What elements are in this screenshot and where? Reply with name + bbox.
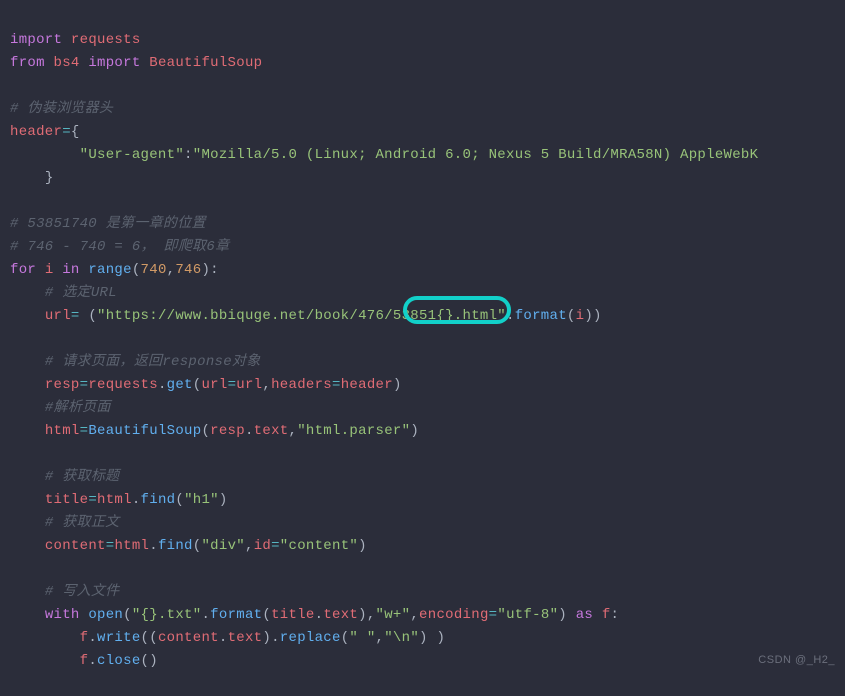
- var-html: html: [45, 423, 80, 439]
- attr-text: text: [254, 423, 289, 439]
- kw-import2: import: [88, 55, 140, 71]
- kw-as: as: [576, 607, 593, 623]
- num-746: 746: [175, 262, 201, 278]
- mod-requests: requests: [71, 32, 141, 48]
- fn-format2: format: [210, 607, 262, 623]
- kw-url: url: [201, 377, 227, 393]
- cmt-parse: #解析页面: [45, 400, 111, 416]
- fn-format: format: [515, 308, 567, 324]
- obj-html2: html: [114, 538, 149, 554]
- var-f: f: [602, 607, 611, 623]
- dict-val-ua: "Mozilla/5.0 (Linux; Android 6.0; Nexus …: [193, 147, 759, 163]
- kw-encoding: encoding: [419, 607, 489, 623]
- cmt-range: # 746 - 740 = 6， 即爬取6章: [10, 239, 229, 255]
- var-title: title: [45, 492, 89, 508]
- str-path: "{}.txt": [132, 607, 202, 623]
- str-encoding: "utf-8": [497, 607, 558, 623]
- cmt-write: # 写入文件: [45, 584, 120, 600]
- code-block: import requests from bs4 import Beautifu…: [10, 6, 835, 696]
- op-eq5: =: [88, 492, 97, 508]
- obj-html: html: [97, 492, 132, 508]
- str-content: "content": [280, 538, 358, 554]
- watermark-suffix: @_H2_: [795, 654, 835, 666]
- kw-id: id: [254, 538, 271, 554]
- str-div: "div": [201, 538, 245, 554]
- op-eq2: =: [71, 308, 80, 324]
- cmt-header: # 伪装浏览器头: [10, 101, 113, 117]
- fn-bsoup: BeautifulSoup: [88, 423, 201, 439]
- str-mode: "w+": [376, 607, 411, 623]
- str-urlfmt: "https://www.bbiquge.net/book/476/53851{…: [97, 308, 506, 324]
- fn-replace: replace: [280, 630, 341, 646]
- arg-header: header: [341, 377, 393, 393]
- kw-in: in: [62, 262, 79, 278]
- obj-title: title: [271, 607, 315, 623]
- kw-from: from: [10, 55, 45, 71]
- var-i: i: [45, 262, 54, 278]
- str-newline: "\n": [384, 630, 419, 646]
- cmt-req: # 请求页面，返回response对象: [45, 354, 261, 370]
- colon2: :: [210, 262, 219, 278]
- mod-requests2: requests: [88, 377, 158, 393]
- cmt-url: # 选定URL: [45, 285, 117, 301]
- watermark-prefix: CSDN: [758, 654, 795, 666]
- var-content: content: [45, 538, 106, 554]
- arg-resp: resp: [210, 423, 245, 439]
- fn-find: find: [141, 492, 176, 508]
- op-eq: =: [62, 124, 71, 140]
- var-resp: resp: [45, 377, 80, 393]
- mod-bs4: bs4: [54, 55, 80, 71]
- cmt-pos: # 53851740 是第一章的位置: [10, 216, 206, 232]
- kw-for: for: [10, 262, 36, 278]
- str-space: " ": [349, 630, 375, 646]
- fn-close: close: [97, 653, 141, 669]
- var-header: header: [10, 124, 62, 140]
- cmt-title: # 获取标题: [45, 469, 120, 485]
- cmt-content: # 获取正文: [45, 515, 120, 531]
- dict-key-ua: "User-agent": [80, 147, 184, 163]
- watermark: CSDN @_H2_: [758, 649, 835, 672]
- fn-range: range: [88, 262, 132, 278]
- kw-import: import: [10, 32, 62, 48]
- fn-find2: find: [158, 538, 193, 554]
- brace-close: }: [45, 170, 54, 186]
- cls-bsoup: BeautifulSoup: [149, 55, 262, 71]
- obj-content: content: [158, 630, 219, 646]
- var-url: url: [45, 308, 71, 324]
- fn-get: get: [167, 377, 193, 393]
- kw-with: with: [45, 607, 80, 623]
- kw-headers: headers: [271, 377, 332, 393]
- brace-open: {: [71, 124, 80, 140]
- num-740: 740: [141, 262, 167, 278]
- fn-open: open: [88, 607, 123, 623]
- attr-text3: text: [228, 630, 263, 646]
- attr-text2: text: [323, 607, 358, 623]
- fn-write: write: [97, 630, 141, 646]
- str-h1: "h1": [184, 492, 219, 508]
- str-parser: "html.parser": [297, 423, 410, 439]
- colon: :: [184, 147, 193, 163]
- arg-url: url: [236, 377, 262, 393]
